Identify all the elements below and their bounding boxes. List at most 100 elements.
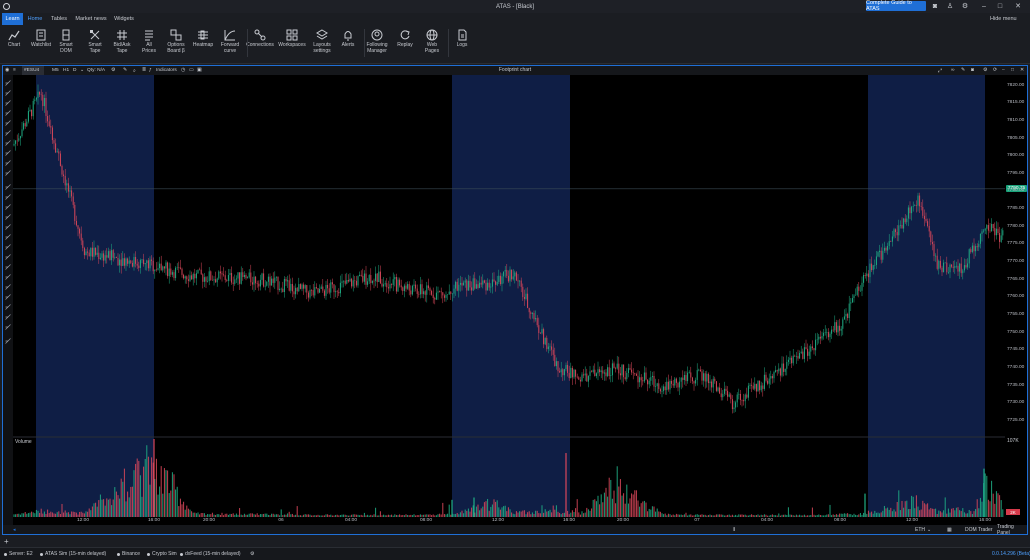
ribbon-bid-ask-tape-button[interactable]: Bid/Ask Tape — [109, 26, 135, 62]
link-icon[interactable]: ∞ — [951, 66, 954, 75]
arrow-icon[interactable] — [4, 233, 12, 241]
connection-binance[interactable]: Binance — [117, 548, 140, 560]
line-tool-icon[interactable] — [4, 89, 12, 97]
fib-icon[interactable] — [4, 183, 12, 191]
timeframe-m5[interactable]: M5 — [52, 66, 59, 75]
version-label[interactable]: 0.0.14.296 (Beta) — [992, 548, 1030, 560]
connection-dxfeed[interactable]: dxFeed (15-min delayed) — [180, 548, 241, 560]
complete-guide-button[interactable]: Complete Guide to ATAS — [866, 0, 926, 12]
qty-field[interactable]: Qty: N/A — [87, 66, 105, 75]
ray-tool-icon[interactable] — [4, 109, 12, 117]
rect-tool-icon[interactable] — [4, 99, 12, 107]
cluster-icon[interactable] — [4, 313, 12, 321]
text-tool-icon[interactable] — [4, 263, 12, 271]
settings-small-icon[interactable]: ⚙ — [250, 548, 254, 560]
hline-tool-icon[interactable] — [4, 119, 12, 127]
triangle-icon[interactable] — [4, 203, 12, 211]
connection-crypto-sim[interactable]: Crypto Sim — [147, 548, 177, 560]
timeframe-h1[interactable]: H1 — [63, 66, 69, 75]
cycle-icon[interactable] — [4, 193, 12, 201]
ribbon-options-board-button[interactable]: Options Board β — [163, 26, 189, 62]
chart-plot-area[interactable] — [13, 75, 1005, 517]
gear-icon[interactable]: ⚙ — [959, 1, 971, 11]
minimize-icon[interactable]: – — [978, 1, 990, 11]
camera-icon[interactable]: ◙ — [929, 1, 941, 11]
calendar-icon[interactable]: ▦ — [947, 525, 952, 534]
chart-logo-icon[interactable]: ◉ — [5, 66, 9, 75]
pen-icon[interactable]: ✎ — [961, 66, 965, 75]
close-icon[interactable]: ✕ — [1012, 1, 1024, 11]
clock-icon[interactable]: ◷ — [181, 66, 185, 75]
symbol-selector[interactable]: #ESU4 — [22, 66, 44, 75]
eraser-icon[interactable] — [4, 169, 12, 177]
price-axis[interactable]: 7790.75 7820.00 7815.00 7810.00 7805.00 7800… — [1005, 75, 1027, 525]
expand-icon[interactable]: ⤢ — [938, 66, 942, 75]
channel-tool-icon[interactable] — [4, 129, 12, 137]
layout-icon[interactable]: ▭ — [189, 66, 194, 75]
ribbon-globe-button[interactable]: Web Pages — [419, 26, 445, 62]
pencil-icon[interactable]: ✎ — [123, 66, 127, 75]
hide-menu-button[interactable]: Hide menu — [990, 13, 1017, 25]
scroll-left-icon[interactable]: ◂ — [13, 525, 16, 534]
dom-trader-button[interactable]: DOM Trader — [965, 525, 993, 534]
window-icon[interactable]: ▣ — [197, 66, 202, 75]
levels-icon[interactable] — [4, 253, 12, 261]
ribbon-following-manager-button[interactable]: Following Manager — [364, 26, 390, 62]
close-chart-icon[interactable]: ✕ — [1020, 66, 1024, 75]
maximize-chart-icon[interactable]: □ — [1011, 66, 1014, 75]
note-icon[interactable] — [4, 273, 12, 281]
ribbon-smart-tape-button[interactable]: Smart Tape — [82, 26, 108, 62]
pitchfork-icon[interactable] — [4, 139, 12, 147]
atas-logo-icon[interactable] — [0, 0, 13, 13]
server-status[interactable]: Server: E2 — [4, 548, 33, 560]
trading-panel-button[interactable]: Trading Panel — [997, 524, 1027, 536]
tab-home[interactable]: Home — [26, 13, 44, 25]
indicators-icon[interactable]: ƒ — [149, 66, 152, 75]
gann-icon[interactable] — [4, 243, 12, 251]
ribbon-watchlist-button[interactable]: Watchlist — [28, 26, 54, 62]
refresh-icon[interactable]: ⟳ — [993, 66, 997, 75]
ribbon-logs-button[interactable]: Logs — [449, 26, 475, 62]
ribbon-smart-dom-button[interactable]: Smart DOM — [53, 26, 79, 62]
camera-small-icon[interactable]: ◙ — [971, 66, 974, 75]
brush-icon[interactable] — [4, 159, 12, 167]
pattern-icon[interactable] — [4, 213, 12, 221]
exchange-selector[interactable]: ETH — [915, 525, 925, 534]
ribbon-chart-button[interactable]: Chart — [1, 26, 27, 62]
minimize-chart-icon[interactable]: – — [1002, 66, 1005, 75]
ribbon-heatmap-button[interactable]: Heatmap — [190, 26, 216, 62]
profile-icon[interactable] — [4, 303, 12, 311]
timeframe-d[interactable]: D — [73, 66, 76, 75]
ribbon-forward-curve-button[interactable]: Forward curve — [217, 26, 243, 62]
zoom-icon[interactable]: ⌕ — [133, 66, 136, 75]
ribbon-connections-button[interactable]: Connections — [246, 26, 274, 62]
maximize-icon[interactable]: □ — [994, 1, 1006, 11]
tab-learn[interactable]: Learn — [2, 13, 23, 25]
ribbon-layouts-button[interactable]: Layouts settings — [309, 26, 335, 62]
pencil-tool-icon[interactable] — [4, 293, 12, 301]
scroll-handle[interactable]: ⦀ — [733, 525, 735, 534]
lines-icon[interactable]: ≣ — [142, 66, 146, 75]
ribbon-workspaces-button[interactable]: Workspaces — [278, 26, 306, 62]
timeframe-dropdown-icon[interactable]: ⌄ — [80, 66, 84, 75]
user-icon[interactable]: ♙ — [944, 1, 956, 11]
tab-tables[interactable]: Tables — [49, 13, 69, 25]
ruler-icon[interactable] — [4, 149, 12, 157]
ribbon-replay-button[interactable]: Replay — [392, 26, 418, 62]
settings-icon[interactable]: ⚙ — [983, 66, 987, 75]
chart-menu-icon[interactable]: ≡ — [13, 66, 16, 75]
ribbon-all-prices-button[interactable]: All Prices — [136, 26, 162, 62]
tab-widgets[interactable]: Widgets — [112, 13, 136, 25]
exchange-dropdown-icon[interactable]: ⌄ — [927, 525, 931, 534]
magnet-icon[interactable] — [4, 323, 12, 331]
tab-market-news[interactable]: Market news — [73, 13, 109, 25]
connection-atas-sim[interactable]: ATAS Sim (15-min delayed) — [40, 548, 106, 560]
add-chart-button[interactable]: + — [4, 537, 9, 546]
visibility-icon[interactable] — [4, 337, 12, 345]
wave-icon[interactable] — [4, 223, 12, 231]
cursor-icon[interactable] — [4, 79, 12, 87]
ribbon-bell-button[interactable]: Alerts — [335, 26, 361, 62]
indicators-button[interactable]: Indicators — [156, 66, 177, 75]
anchor-icon[interactable] — [4, 283, 12, 291]
lock-icon[interactable]: ⚙ — [111, 66, 115, 75]
